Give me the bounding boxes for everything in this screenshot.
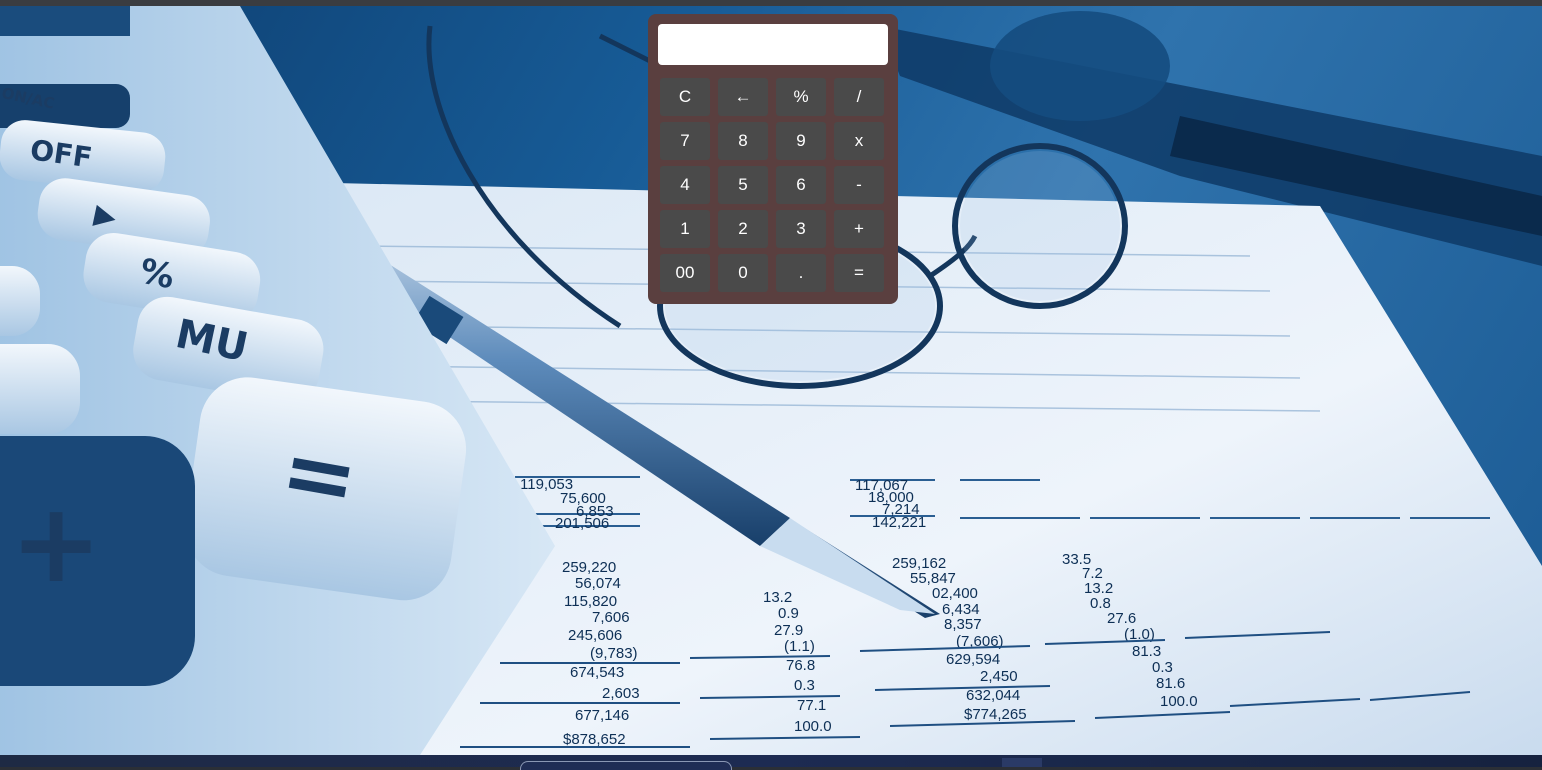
digit-7-button[interactable]: 7 bbox=[660, 122, 710, 160]
sheet-number: 100.0 bbox=[1160, 693, 1198, 710]
sheet-number: 27.9 bbox=[774, 622, 803, 639]
plus-key-label: + bbox=[10, 479, 102, 607]
sheet-number: 7,606 bbox=[592, 609, 630, 626]
digit-0-button[interactable]: 0 bbox=[718, 254, 768, 292]
calculator: C ← % / 7 8 9 x 4 5 6 - 1 2 3 + 00 0 . = bbox=[648, 14, 898, 304]
sheet-number: 13.2 bbox=[763, 589, 792, 606]
sheet-number: 0.9 bbox=[778, 605, 799, 622]
sheet-number: 02,400 bbox=[932, 585, 978, 602]
digit-1-button[interactable]: 1 bbox=[660, 210, 710, 248]
clear-button[interactable]: C bbox=[660, 78, 710, 116]
digit-3-button[interactable]: 3 bbox=[776, 210, 826, 248]
sheet-number: 81.6 bbox=[1156, 675, 1185, 692]
digit-2-button[interactable]: 2 bbox=[718, 210, 768, 248]
digit-8-button[interactable]: 8 bbox=[718, 122, 768, 160]
taskbar-button[interactable] bbox=[1002, 758, 1042, 767]
taskbar-tab[interactable] bbox=[520, 761, 732, 770]
digit-4-button[interactable]: 4 bbox=[660, 166, 710, 204]
decimal-point-button[interactable]: . bbox=[776, 254, 826, 292]
backspace-button[interactable]: ← bbox=[718, 78, 768, 116]
sheet-number: 2,603 bbox=[602, 685, 640, 702]
divide-button[interactable]: / bbox=[834, 78, 884, 116]
sheet-number: $878,652 bbox=[563, 731, 626, 748]
sheet-number: 100.0 bbox=[794, 718, 832, 735]
sheet-number: 8,357 bbox=[944, 616, 982, 633]
sheet-number: 245,606 bbox=[568, 627, 622, 644]
sheet-number: 632,044 bbox=[966, 687, 1020, 704]
multiply-button[interactable]: x bbox=[834, 122, 884, 160]
sheet-number: (1.1) bbox=[784, 638, 815, 655]
sheet-number: 81.3 bbox=[1132, 643, 1161, 660]
sheet-number: $774,265 bbox=[964, 706, 1027, 723]
sheet-number: 56,074 bbox=[575, 575, 621, 592]
percent-button[interactable]: % bbox=[776, 78, 826, 116]
double-zero-button[interactable]: 00 bbox=[660, 254, 710, 292]
calculator-display[interactable] bbox=[658, 24, 888, 65]
subtract-button[interactable]: - bbox=[834, 166, 884, 204]
sheet-number: 77.1 bbox=[797, 697, 826, 714]
sheet-number: 115,820 bbox=[564, 593, 617, 610]
digit-6-button[interactable]: 6 bbox=[776, 166, 826, 204]
digit-5-button[interactable]: 5 bbox=[718, 166, 768, 204]
digit-9-button[interactable]: 9 bbox=[776, 122, 826, 160]
sheet-number: 0.3 bbox=[794, 677, 815, 694]
sheet-number: 142,221 bbox=[872, 514, 926, 531]
calculator-keypad: C ← % / 7 8 9 x 4 5 6 - 1 2 3 + 00 0 . = bbox=[660, 78, 884, 292]
sheet-number: 2,450 bbox=[980, 668, 1018, 685]
sheet-number: 629,594 bbox=[946, 651, 1000, 668]
add-button[interactable]: + bbox=[834, 210, 884, 248]
sheet-number: 677,146 bbox=[575, 707, 629, 724]
sheet-number: 259,220 bbox=[562, 559, 616, 576]
sheet-number: 0.3 bbox=[1152, 659, 1173, 676]
sheet-number: 27.6 bbox=[1107, 610, 1136, 627]
taskbar bbox=[0, 755, 1542, 770]
sheet-number: 674,543 bbox=[570, 664, 624, 681]
equals-button[interactable]: = bbox=[834, 254, 884, 292]
sheet-number: 201,506 bbox=[555, 515, 609, 532]
sheet-number: 76.8 bbox=[786, 657, 815, 674]
sheet-number: (9,783) bbox=[590, 645, 638, 662]
